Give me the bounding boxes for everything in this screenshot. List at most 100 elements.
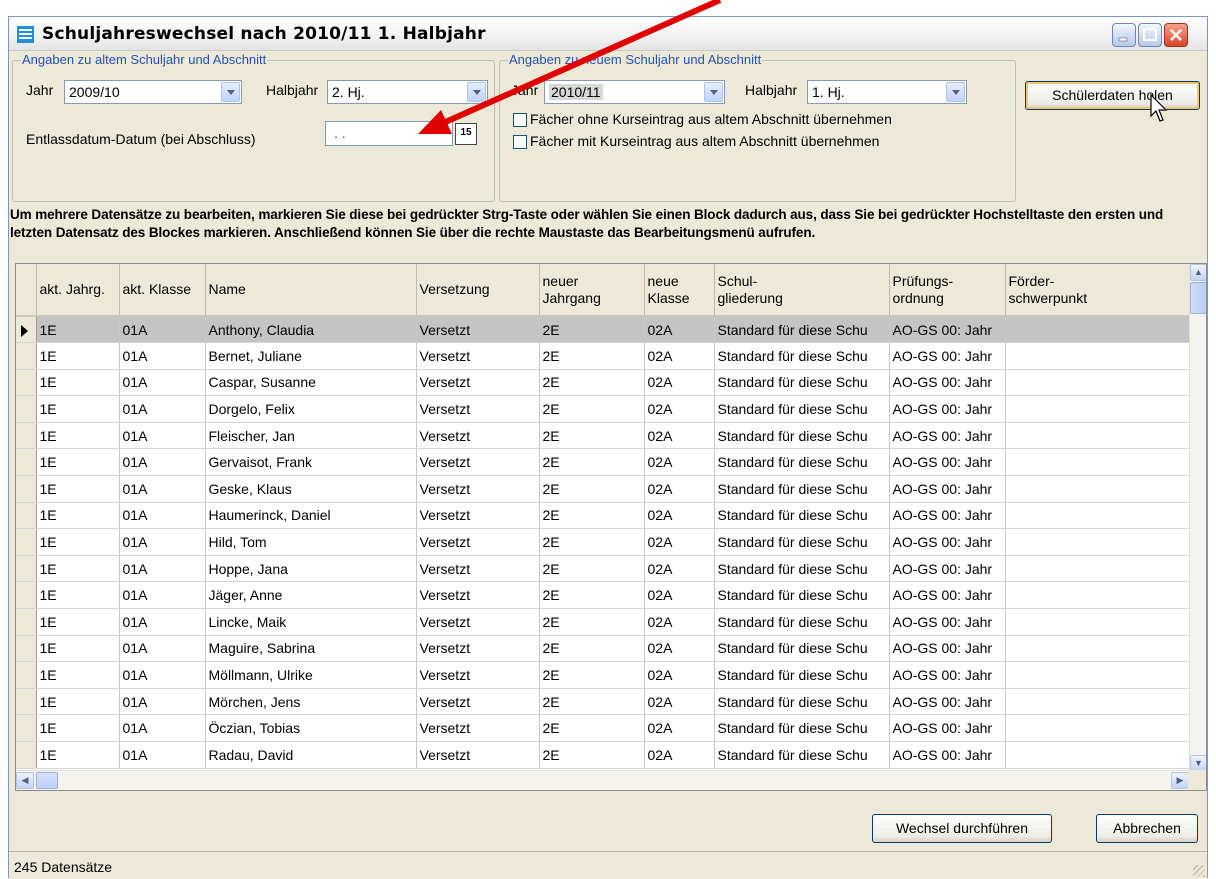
- table-cell[interactable]: 02A: [644, 688, 715, 716]
- table-row[interactable]: 1E 01A Geske, Klaus Versetzt 2E 02A Standard f…: [16, 475, 1191, 503]
- table-row[interactable]: 1E 01A Lincke, Maik Versetzt 2E 02A Standard f…: [16, 608, 1191, 636]
- table-cell[interactable]: Versetzt: [416, 422, 540, 450]
- row-indicator[interactable]: [16, 714, 37, 742]
- row-indicator[interactable]: [16, 395, 37, 423]
- table-row[interactable]: 1E 01A Caspar, Susanne Versetzt 2E 02A Standar…: [16, 369, 1191, 397]
- table-cell[interactable]: Standard für diese Schu: [714, 395, 890, 423]
- table-cell[interactable]: Caspar, Susanne: [205, 369, 417, 397]
- table-cell[interactable]: Versetzt: [416, 688, 540, 716]
- table-cell[interactable]: 1E: [36, 555, 120, 583]
- column-header[interactable]: akt. Jahrg.: [36, 264, 120, 317]
- chevron-down-icon[interactable]: [704, 82, 723, 102]
- column-header[interactable]: Prüfungs-ordnung: [889, 264, 1006, 317]
- chevron-down-icon[interactable]: [946, 82, 965, 102]
- table-cell[interactable]: Fleischer, Jan: [205, 422, 417, 450]
- table-cell[interactable]: Standard für diese Schu: [714, 502, 890, 530]
- table-row[interactable]: 1E 01A Radau, David Versetzt 2E 02A Standard f…: [16, 741, 1191, 769]
- row-indicator[interactable]: [16, 316, 37, 344]
- table-cell[interactable]: Standard für diese Schu: [714, 555, 890, 583]
- row-indicator[interactable]: [16, 369, 37, 397]
- table-cell[interactable]: 1E: [36, 369, 120, 397]
- column-header[interactable]: Schul-gliederung: [714, 264, 890, 317]
- row-indicator[interactable]: [16, 661, 37, 689]
- table-cell[interactable]: Versetzt: [416, 555, 540, 583]
- table-cell[interactable]: 1E: [36, 741, 120, 769]
- row-indicator[interactable]: [16, 688, 37, 716]
- table-row[interactable]: 1E 01A Hild, Tom Versetzt 2E 02A Standard für …: [16, 528, 1191, 556]
- table-cell[interactable]: Bernet, Juliane: [205, 342, 417, 370]
- table-cell[interactable]: 1E: [36, 502, 120, 530]
- table-cell[interactable]: 02A: [644, 369, 715, 397]
- table-cell[interactable]: 1E: [36, 422, 120, 450]
- table-cell[interactable]: 2E: [539, 555, 645, 583]
- table-cell[interactable]: [1005, 581, 1191, 610]
- table-cell[interactable]: 02A: [644, 448, 715, 477]
- table-cell[interactable]: Jäger, Anne: [205, 581, 417, 610]
- table-cell[interactable]: Standard für diese Schu: [714, 688, 890, 716]
- column-header[interactable]: Versetzung: [416, 264, 540, 317]
- old-halbjahr-select[interactable]: 2. Hj.: [327, 80, 488, 104]
- table-cell[interactable]: Standard für diese Schu: [714, 661, 890, 689]
- table-cell[interactable]: [1005, 741, 1191, 769]
- table-cell[interactable]: 02A: [644, 475, 715, 503]
- horizontal-scrollbar[interactable]: ◀ ▶: [16, 770, 1190, 790]
- table-cell[interactable]: Haumerinck, Daniel: [205, 502, 417, 530]
- table-row[interactable]: 1E 01A Maguire, Sabrina Versetzt 2E 02A Standa…: [16, 635, 1191, 663]
- table-cell[interactable]: Versetzt: [416, 661, 540, 689]
- table-cell[interactable]: 1E: [36, 395, 120, 423]
- table-cell[interactable]: Standard für diese Schu: [714, 714, 890, 742]
- table-row[interactable]: 1E 01A Möllmann, Ulrike Versetzt 2E 02A Standa…: [16, 661, 1191, 689]
- row-indicator[interactable]: [16, 581, 37, 610]
- table-cell[interactable]: 01A: [119, 502, 206, 530]
- table-cell[interactable]: Versetzt: [416, 581, 540, 610]
- table-cell[interactable]: 02A: [644, 714, 715, 742]
- table-cell[interactable]: 1E: [36, 635, 120, 663]
- table-cell[interactable]: 2E: [539, 635, 645, 663]
- table-cell[interactable]: 01A: [119, 395, 206, 423]
- table-cell[interactable]: 01A: [119, 688, 206, 716]
- table-cell[interactable]: 02A: [644, 422, 715, 450]
- table-cell[interactable]: [1005, 635, 1191, 663]
- table-cell[interactable]: Möllmann, Ulrike: [205, 661, 417, 689]
- table-cell[interactable]: 02A: [644, 395, 715, 423]
- table-cell[interactable]: AO-GS 00: Jahr: [889, 581, 1006, 610]
- table-cell[interactable]: 01A: [119, 369, 206, 397]
- table-cell[interactable]: 01A: [119, 555, 206, 583]
- table-cell[interactable]: 02A: [644, 635, 715, 663]
- table-row[interactable]: 1E 01A Jäger, Anne Versetzt 2E 02A Standard fü…: [16, 581, 1191, 610]
- table-cell[interactable]: AO-GS 00: Jahr: [889, 342, 1006, 370]
- table-cell[interactable]: 1E: [36, 581, 120, 610]
- table-cell[interactable]: 02A: [644, 581, 715, 610]
- table-cell[interactable]: Versetzt: [416, 475, 540, 503]
- table-cell[interactable]: [1005, 528, 1191, 556]
- table-cell[interactable]: AO-GS 00: Jahr: [889, 555, 1006, 583]
- table-cell[interactable]: Versetzt: [416, 316, 540, 344]
- table-cell[interactable]: 01A: [119, 342, 206, 370]
- title-bar[interactable]: Schuljahreswechsel nach 2010/11 1. Halbj…: [9, 17, 1207, 51]
- table-cell[interactable]: AO-GS 00: Jahr: [889, 448, 1006, 477]
- table-cell[interactable]: 01A: [119, 528, 206, 556]
- table-cell[interactable]: 01A: [119, 714, 206, 742]
- row-indicator[interactable]: [16, 448, 37, 477]
- vertical-scroll-thumb[interactable]: [1190, 282, 1206, 314]
- table-cell[interactable]: [1005, 422, 1191, 450]
- checkbox-mit-kurseintrag[interactable]: [513, 135, 527, 149]
- new-jahr-select[interactable]: 2010/11: [544, 80, 725, 104]
- table-cell[interactable]: 01A: [119, 316, 206, 344]
- table-cell[interactable]: Versetzt: [416, 369, 540, 397]
- table-cell[interactable]: Versetzt: [416, 741, 540, 769]
- table-cell[interactable]: AO-GS 00: Jahr: [889, 688, 1006, 716]
- table-row[interactable]: 1E 01A Haumerinck, Daniel Versetzt 2E 02A Stan…: [16, 502, 1191, 530]
- table-cell[interactable]: 2E: [539, 714, 645, 742]
- row-indicator[interactable]: [16, 502, 37, 530]
- table-cell[interactable]: 2E: [539, 608, 645, 636]
- row-indicator[interactable]: [16, 475, 37, 503]
- table-cell[interactable]: [1005, 475, 1191, 503]
- student-grid[interactable]: akt. Jahrg. akt. Klasse Name Versetzung neue…: [15, 263, 1207, 791]
- table-cell[interactable]: 02A: [644, 661, 715, 689]
- table-cell[interactable]: 01A: [119, 475, 206, 503]
- table-cell[interactable]: Standard für diese Schu: [714, 581, 890, 610]
- table-cell[interactable]: Hild, Tom: [205, 528, 417, 556]
- chevron-down-icon[interactable]: [221, 82, 240, 102]
- row-indicator[interactable]: [16, 741, 37, 769]
